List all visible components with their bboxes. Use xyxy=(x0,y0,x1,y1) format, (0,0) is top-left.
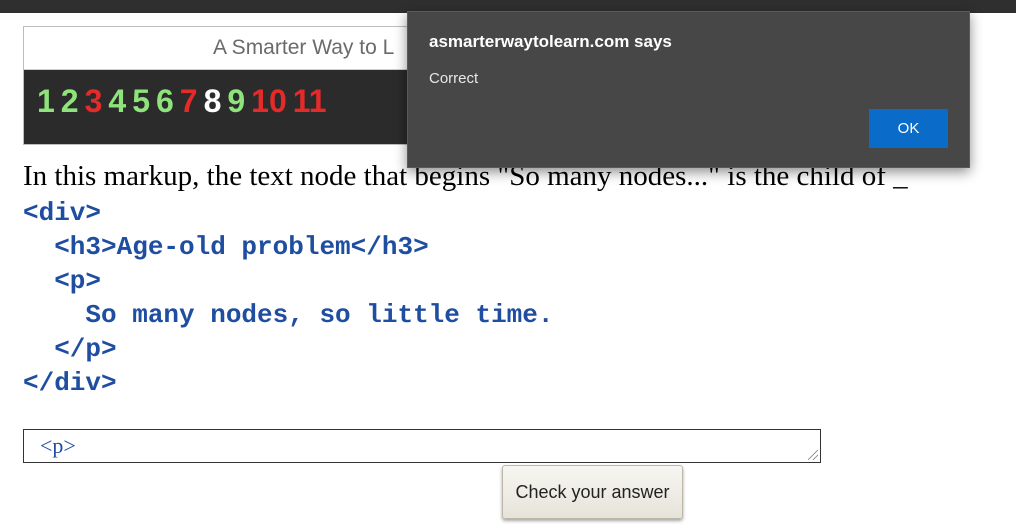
chapter-number-6[interactable]: 6 xyxy=(156,83,174,119)
dialog-title: asmarterwaytolearn.com says xyxy=(429,32,672,51)
resize-grip-icon[interactable] xyxy=(808,450,818,460)
chapter-number-5[interactable]: 5 xyxy=(132,83,150,119)
code-line: </div> xyxy=(23,368,117,398)
course-banner: A Smarter Way to L 1 2 3 4 5 6 7 8 9 10 11 xyxy=(23,26,453,145)
chapter-number-3[interactable]: 3 xyxy=(85,83,103,119)
chapter-number-9[interactable]: 9 xyxy=(227,83,245,119)
chapter-number-11[interactable]: 11 xyxy=(293,83,327,119)
code-line: <h3>Age-old problem</h3> xyxy=(23,232,429,262)
check-answer-button[interactable]: Check your answer xyxy=(502,465,683,519)
chapter-number-strip: 1 2 3 4 5 6 7 8 9 10 11 xyxy=(37,83,333,120)
chapter-number-1[interactable]: 1 xyxy=(37,83,55,119)
answer-input[interactable]: <p> xyxy=(23,429,821,463)
chapter-number-7[interactable]: 7 xyxy=(180,83,198,119)
chapter-number-10[interactable]: 10 xyxy=(251,83,287,119)
alert-dialog: asmarterwaytolearn.com says Correct OK xyxy=(407,11,970,168)
answer-value: <p> xyxy=(40,433,76,458)
code-sample: <div> <h3>Age-old problem</h3> <p> So ma… xyxy=(23,196,554,400)
code-line: <p> xyxy=(23,266,102,296)
chapter-number-2[interactable]: 2 xyxy=(61,83,79,119)
dialog-message: Correct xyxy=(429,70,479,87)
code-line: <div> xyxy=(23,198,102,228)
code-line: So many nodes, so little time. xyxy=(23,300,554,330)
chapter-number-4[interactable]: 4 xyxy=(108,83,126,119)
ok-button[interactable]: OK xyxy=(869,109,948,148)
chapter-number-8[interactable]: 8 xyxy=(204,83,222,119)
banner-title-bar: A Smarter Way to L xyxy=(24,27,452,70)
code-line: </p> xyxy=(23,334,117,364)
banner-title: A Smarter Way to L xyxy=(213,36,395,59)
